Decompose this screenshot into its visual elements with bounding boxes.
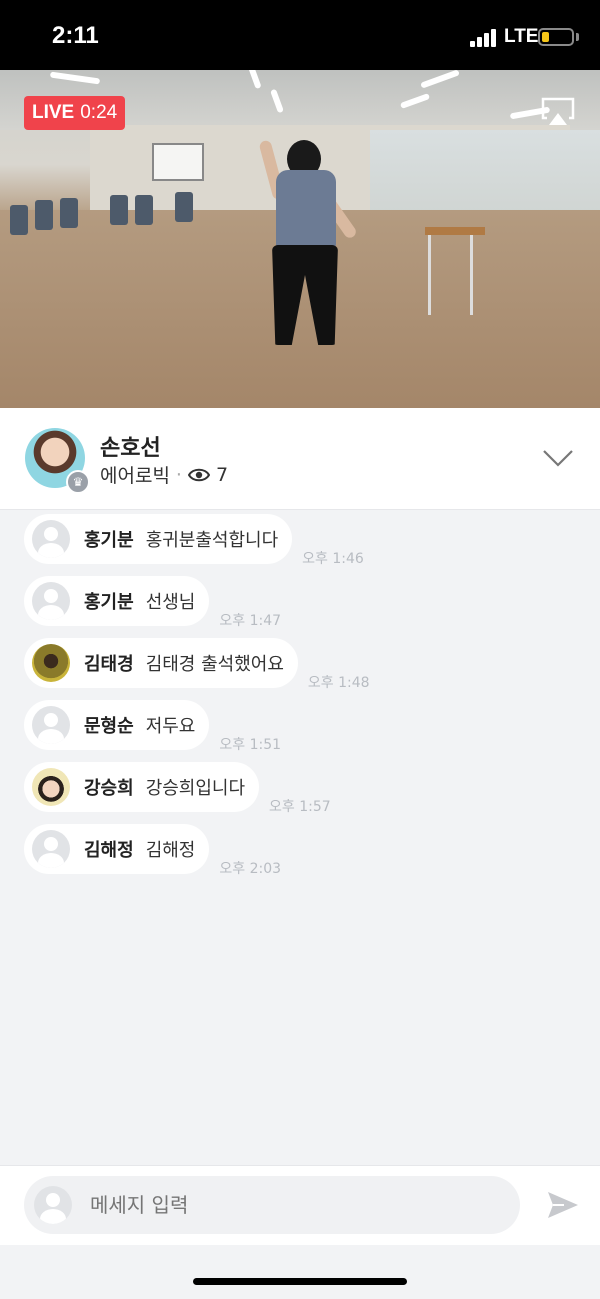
meta-separator: · (175, 463, 182, 486)
chat-message: 김해정 김해정 오후 2:03 (24, 824, 281, 877)
live-duration: 0:24 (80, 102, 118, 123)
message-time: 오후 1:48 (307, 675, 370, 691)
chat-message: 홍기분 홍귀분출석합니다 오후 1:46 (24, 514, 364, 567)
sender-name: 홍기분 (84, 530, 134, 551)
message-input[interactable] (90, 1193, 470, 1217)
eye-icon (187, 468, 210, 481)
message-time: 오후 1:46 (302, 551, 364, 567)
home-indicator[interactable] (193, 1278, 407, 1285)
avatar[interactable] (32, 644, 70, 682)
message-text: 김태경 출석했어요 (145, 654, 284, 675)
message-input-bar (0, 1165, 600, 1245)
sender-name: 홍기분 (84, 592, 134, 613)
host-bar[interactable]: ♛ 손호선 에어로빅 · 7 (0, 408, 600, 510)
chat-message: 강승희 강승희입니다 오후 1:57 (24, 762, 331, 815)
message-text: 홍귀분출석합니다 (145, 530, 279, 551)
avatar[interactable] (32, 520, 70, 558)
status-bar: 2:11 LTE (0, 0, 600, 70)
host-meta: 에어로빅 · 7 (100, 461, 228, 488)
message-text: 김해정 (145, 840, 196, 861)
message-time: 오후 1:57 (269, 799, 331, 815)
message-time: 오후 2:03 (219, 861, 282, 877)
avatar[interactable] (32, 706, 70, 744)
live-video[interactable]: LIVE 0:24 (0, 70, 600, 408)
message-time: 오후 1:51 (219, 737, 282, 753)
message-text: 선생님 (145, 592, 196, 613)
signal-icon (470, 29, 498, 47)
avatar[interactable] (32, 768, 70, 806)
sender-name: 김해정 (84, 840, 134, 861)
chat-list[interactable]: 홍기분 홍귀분출석합니다 오후 1:46 홍기분 선생님 오후 1:47 김태경… (0, 511, 600, 1165)
chat-message: 문형순 저두요 오후 1:51 (24, 700, 281, 753)
network-label: LTE (504, 26, 539, 47)
sender-name: 강승희 (84, 778, 134, 799)
battery-icon (538, 28, 574, 46)
host-category: 에어로빅 (100, 465, 170, 487)
live-label: LIVE (32, 102, 75, 123)
user-avatar (34, 1186, 72, 1224)
airplay-icon[interactable] (540, 96, 576, 126)
avatar[interactable] (32, 582, 70, 620)
message-input-container[interactable] (24, 1176, 520, 1234)
crown-icon: ♛ (66, 470, 90, 494)
sender-name: 문형순 (84, 716, 134, 737)
chat-message: 김태경 김태경 출석했어요 오후 1:48 (24, 638, 370, 691)
status-time: 2:11 (52, 22, 99, 49)
host-name: 손호선 (100, 436, 161, 461)
message-time: 오후 1:47 (219, 613, 282, 629)
viewer-count: 7 (215, 463, 229, 486)
live-badge: LIVE 0:24 (24, 96, 126, 130)
chevron-down-icon[interactable] (542, 448, 574, 468)
avatar[interactable] (32, 830, 70, 868)
send-icon[interactable] (546, 1188, 580, 1222)
message-text: 강승희입니다 (145, 778, 246, 799)
message-text: 저두요 (145, 716, 196, 737)
chat-message: 홍기분 선생님 오후 1:47 (24, 576, 281, 629)
sender-name: 김태경 (84, 654, 134, 675)
